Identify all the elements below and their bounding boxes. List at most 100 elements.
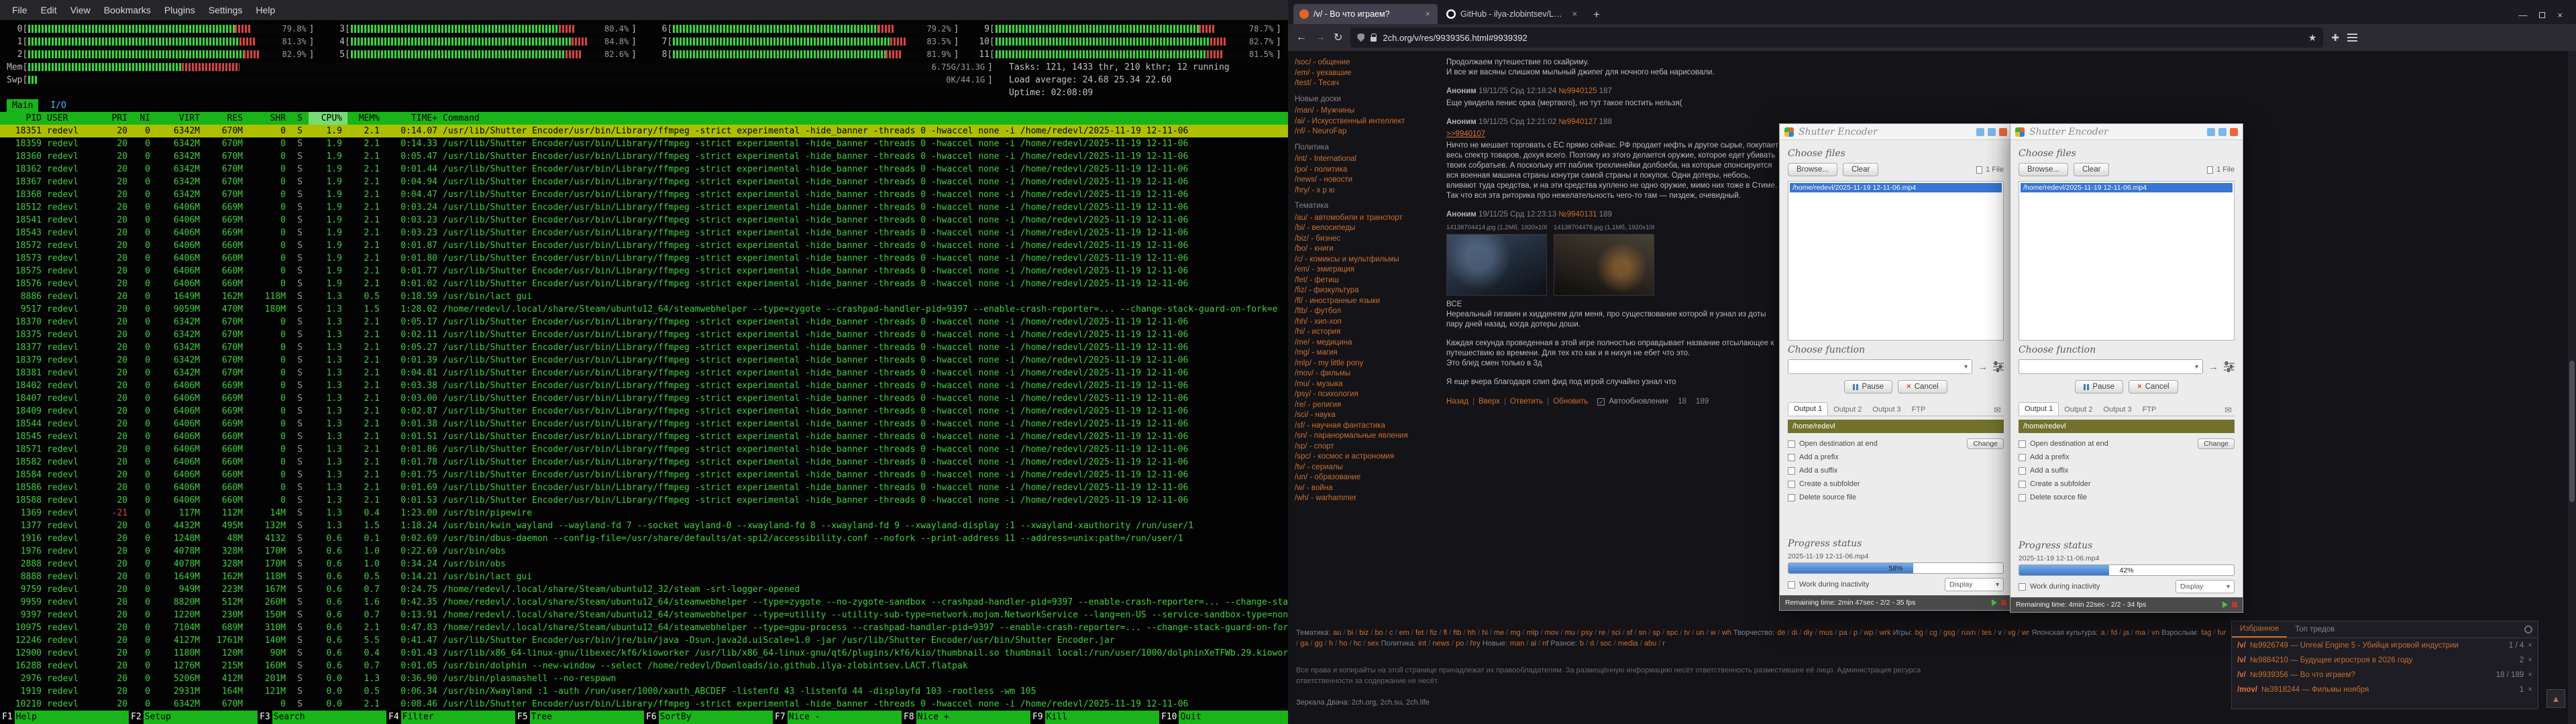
board-link-hh[interactable]: /hh/ - хип-хоп <box>1295 317 1433 328</box>
footer-board-link-psy[interactable]: psy <box>1581 629 1593 637</box>
display-dropdown[interactable]: Display▾ <box>2176 580 2235 593</box>
favorite-remove-icon[interactable]: × <box>2528 656 2532 664</box>
favorite-thread-row[interactable]: /v/№9939356 — Во что играем?18 / 189× <box>2232 668 2538 682</box>
tab-close-icon[interactable]: × <box>1571 9 1578 19</box>
favorite-thread-link[interactable]: №3918244 — Фильмы ноября <box>2261 686 2516 694</box>
checkbox-create-a-subfolder[interactable] <box>2019 481 2026 488</box>
column-header-shr[interactable]: SHR <box>248 112 291 125</box>
menu-item-file[interactable]: File <box>5 2 34 18</box>
favorite-thread-row[interactable]: /v/№9926749 — Unreal Engine 5 - Убийца и… <box>2232 638 2538 653</box>
work-during-inactivity-checkbox[interactable] <box>1788 581 1795 589</box>
footer-board-link-re[interactable]: re <box>1599 629 1605 637</box>
process-row[interactable]: 18402redevl2006406M669M0S1.32.10:03.38/u… <box>0 379 1288 392</box>
tab-close-icon[interactable]: × <box>1424 9 1432 19</box>
process-row[interactable]: 10210redevl2006342M670M0S0.02.10:08.46/u… <box>0 698 1288 711</box>
process-row[interactable]: 18588redevl2006406M660M0S1.32.10:01.53/u… <box>0 494 1288 507</box>
maximize-button[interactable] <box>1988 128 1996 136</box>
board-link-au[interactable]: /au/ - автомобили и транспорт <box>1295 213 1433 224</box>
file-list-item[interactable]: /home/redevl/2025-11-19 12-11-06.mp4 <box>2021 183 2233 192</box>
board-link-spc[interactable]: /spc/ - космос и астрономия <box>1295 452 1433 463</box>
mail-icon[interactable]: ✉ <box>1991 405 2004 416</box>
fkey-f7[interactable]: F7Nice - <box>773 711 902 724</box>
favorites-tab-избранное[interactable]: Избранное <box>2232 621 2287 638</box>
board-link-mg[interactable]: /mg/ - магия <box>1295 348 1433 359</box>
fkey-f3[interactable]: F3Search <box>258 711 386 724</box>
menu-item-bookmarks[interactable]: Bookmarks <box>97 2 158 18</box>
process-row[interactable]: 18545redevl2006406M660M0S1.32.10:01.51/u… <box>0 430 1288 443</box>
footer-board-link-diy[interactable]: diy <box>1803 629 1813 637</box>
footer-board-link-mlp[interactable]: mlp <box>1527 629 1539 637</box>
process-row[interactable]: 18576redevl2006406M660M0S1.92.10:01.02/u… <box>0 278 1288 290</box>
browse-button[interactable]: Browse... <box>1788 163 1837 176</box>
board-link-sci[interactable]: /sci/ - наука <box>1295 410 1433 421</box>
footer-board-link-au[interactable]: au <box>1333 629 1341 637</box>
footer-board-link-un[interactable]: un <box>1696 629 1704 637</box>
footer-board-link-hc[interactable]: hc <box>1354 640 1362 648</box>
fkey-f1[interactable]: F1Help <box>0 711 129 724</box>
post-image-thumbnail[interactable] <box>1554 234 1654 296</box>
footer-board-link-em[interactable]: em <box>1399 629 1409 637</box>
process-row[interactable]: 18541redevl2006406M669M0S1.92.10:03.23/u… <box>0 214 1288 227</box>
shutter-titlebar[interactable]: Shutter Encoder <box>1780 124 2012 140</box>
process-row[interactable]: 18381redevl2006342M670M0S1.32.10:04.81/u… <box>0 367 1288 379</box>
footer-board-link-wr[interactable]: wr <box>2022 629 2030 637</box>
attachment-filename[interactable]: 14138704414.jpg (1,2Мб, 1920x1080) <box>1446 223 1547 233</box>
post-number-link[interactable]: №9940131 <box>1558 210 1597 219</box>
process-row[interactable]: 1919redevl2002931M164M121MS0.00.50:06.34… <box>0 685 1288 698</box>
thread-nav-обновить[interactable]: Обновить <box>1553 397 1588 407</box>
board-link-me[interactable]: /me/ - медицина <box>1295 338 1433 349</box>
screen-tab-i-o[interactable]: I/O <box>45 99 71 112</box>
cancel-button[interactable]: ×Cancel <box>1898 380 1947 394</box>
favorite-thread-link[interactable]: №9884210 — Будущее игростроя в 2026 году <box>2250 656 2516 664</box>
column-header-res[interactable]: RES <box>205 112 248 125</box>
scroll-to-top-button[interactable]: ▲ <box>2546 689 2565 708</box>
board-link-re[interactable]: /re/ - религия <box>1295 400 1433 411</box>
autoupdate-checkbox[interactable]: ✓ <box>1597 398 1605 406</box>
footer-board-link-ho[interactable]: ho <box>1339 640 1347 648</box>
menu-item-edit[interactable]: Edit <box>34 2 64 18</box>
menu-item-view[interactable]: View <box>64 2 97 18</box>
footer-board-link-mov[interactable]: mov <box>1545 629 1559 637</box>
file-list[interactable]: /home/redevl/2025-11-19 12-11-06.mp4 <box>1788 181 2004 341</box>
favorite-remove-icon[interactable]: × <box>2528 671 2532 679</box>
footer-board-link-ruvn[interactable]: ruvn <box>1962 629 1976 637</box>
forward-button[interactable]: → <box>1315 32 1326 44</box>
favorite-thread-row[interactable]: /v/№9884210 — Будущее игростроя в 2026 г… <box>2232 653 2538 668</box>
back-button[interactable]: ← <box>1296 32 1307 44</box>
footer-board-link-int[interactable]: int <box>1418 640 1426 648</box>
process-row[interactable]: 12900redevl2001180M120M90MS0.60.40:01.43… <box>0 647 1288 660</box>
menu-item-help[interactable]: Help <box>249 2 282 18</box>
board-link-po[interactable]: /po/ - политика <box>1295 165 1433 176</box>
shutter-titlebar[interactable]: Shutter Encoder <box>2010 124 2243 140</box>
favorite-thread-link[interactable]: №9939356 — Во что играем? <box>2250 671 2492 679</box>
page-scrollbar[interactable] <box>2568 51 2576 724</box>
footer-board-link-mus[interactable]: mus <box>1819 629 1833 637</box>
fkey-f9[interactable]: F9Kill <box>1030 711 1159 724</box>
process-row[interactable]: 18544redevl2006406M669M0S1.32.10:01.38/u… <box>0 418 1288 430</box>
board-link-bi[interactable]: /bi/ - велосипеды <box>1295 223 1433 234</box>
footer-board-link-me[interactable]: me <box>1494 629 1504 637</box>
footer-board-link-di[interactable]: di <box>1792 629 1798 637</box>
process-row[interactable]: 16288redevl2001276M215M160MS0.60.70:01.0… <box>0 660 1288 672</box>
footer-board-link-tv[interactable]: tv <box>1684 629 1690 637</box>
process-row[interactable]: 18407redevl2006406M669M0S1.32.10:03.00/u… <box>0 392 1288 405</box>
fkey-f4[interactable]: F4Filter <box>386 711 515 724</box>
process-row[interactable]: 2888redevl2004078M328M170MS0.61.00:34.24… <box>0 558 1288 570</box>
column-header-pid[interactable]: PID <box>0 112 47 125</box>
footer-board-link-fiz[interactable]: fiz <box>1430 629 1437 637</box>
board-link-sn[interactable]: /sn/ - паранормальные явления <box>1295 431 1433 442</box>
destination-path-field[interactable]: /home/redevl <box>1788 420 2004 433</box>
column-header-time[interactable]: TIME+ <box>385 112 443 125</box>
footer-board-link-vg[interactable]: vg <box>2008 629 2016 637</box>
process-row[interactable]: 1976redevl2004078M328M170MS0.61.00:22.69… <box>0 545 1288 558</box>
footer-board-link-fag[interactable]: fag <box>2201 629 2211 637</box>
stop-icon[interactable] <box>2232 602 2237 607</box>
process-row[interactable]: 18377redevl2006342M670M0S1.32.10:05.27/u… <box>0 341 1288 354</box>
thread-nav-назад[interactable]: Назад <box>1446 397 1468 407</box>
footer-board-link-gg[interactable]: gg <box>1315 640 1323 648</box>
column-header-pri[interactable]: PRI <box>103 112 133 125</box>
output-tab-output-2[interactable]: Output 2 <box>1828 404 1867 416</box>
board-link-em[interactable]: /em/ - эмиграция <box>1295 265 1433 276</box>
output-tab-output-3[interactable]: Output 3 <box>2098 404 2137 416</box>
browse-button[interactable]: Browse... <box>2019 163 2068 176</box>
